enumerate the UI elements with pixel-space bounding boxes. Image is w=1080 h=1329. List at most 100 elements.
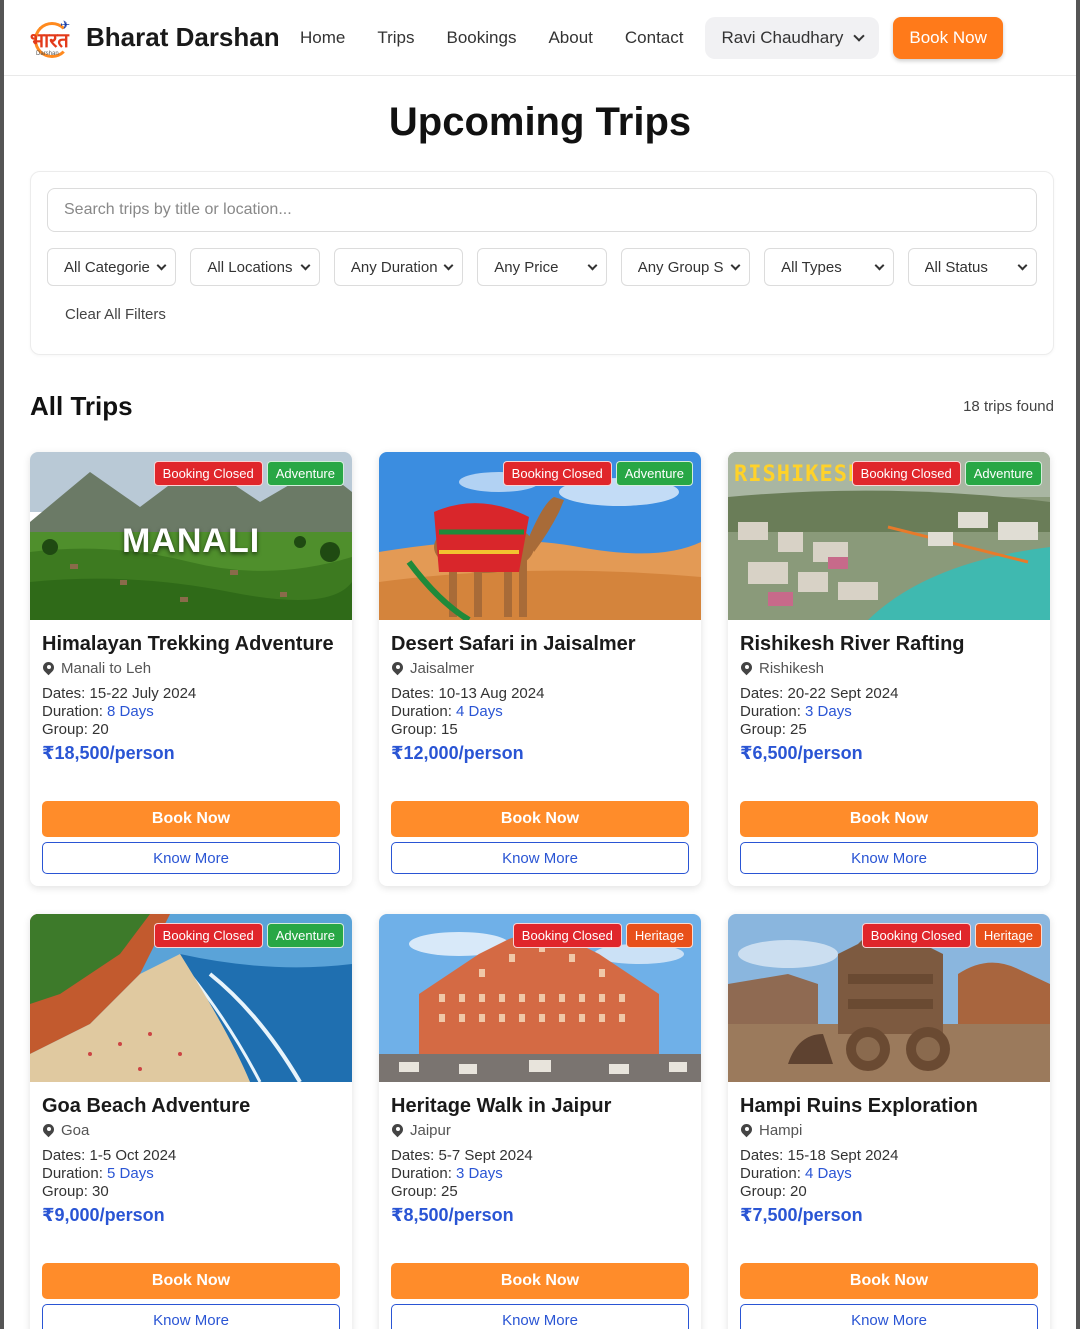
status-badge: Booking Closed [851,461,961,486]
category-badge: Heritage [974,923,1042,948]
trip-price: ₹18,500/person [42,743,175,763]
trip-duration: 5 Days [107,1165,154,1182]
image-overlay-text: MANALI [122,522,261,560]
trip-count: 18 trips found [963,398,1054,415]
book-now-button[interactable]: Book Now [740,1263,1038,1299]
search-input[interactable]: Search trips by title or location... [47,188,1037,232]
category-badge: Adventure [266,461,344,486]
trip-dates: 15-18 Sept 2024 [787,1147,899,1164]
chevron-down-icon [730,260,741,270]
price-select[interactable]: Any Price [477,248,607,286]
trip-card: Booking Closed Adventure Desert Safari i… [379,452,701,886]
chevron-down-icon [587,260,598,270]
nav-home[interactable]: Home [300,28,361,48]
badge-group: Booking Closed Heritage [512,923,693,948]
clear-filters-button[interactable]: Clear All Filters [65,306,1037,323]
badge-group: Booking Closed Adventure [153,461,344,486]
badge-group: Booking Closed Heritage [861,923,1042,948]
book-now-button[interactable]: Book Now [391,801,689,837]
trip-group-size: 25 [790,721,807,738]
top-navbar: भारत Darshan ✈ Bharat Darshan Home Trips… [4,0,1076,76]
group-size-select[interactable]: Any Group Size [620,248,751,286]
trip-card: Booking Closed Adventure Goa Beach Adven… [30,914,352,1329]
nav-about[interactable]: About [532,28,608,48]
know-more-button[interactable]: Know More [391,1304,689,1329]
book-now-button[interactable]: Book Now [42,801,340,837]
know-more-button[interactable]: Know More [740,1304,1038,1329]
trip-dates: 5-7 Sept 2024 [438,1147,533,1164]
chevron-down-icon [443,260,454,270]
map-pin-icon [42,662,55,675]
book-now-button[interactable]: Book Now [42,1263,340,1299]
map-pin-icon [42,1124,55,1137]
trip-details: Desert Safari in Jaisalmer Jaisalmer Dat… [379,620,701,764]
status-badge: Booking Closed [502,461,612,486]
card-actions: Book Now Know More [740,801,1038,874]
trip-location: Jaisalmer [391,660,689,677]
chevron-down-icon [300,260,311,270]
user-menu[interactable]: Ravi Chaudhary [705,16,880,59]
book-now-button[interactable]: Book Now [740,801,1038,837]
app: भारत Darshan ✈ Bharat Darshan Home Trips… [4,0,1076,1329]
status-select[interactable]: All Status [907,248,1037,286]
trip-grid: MANALI Booking Closed Adventure Himalaya… [30,452,1076,1329]
nav-contact[interactable]: Contact [609,28,700,48]
brand-name: Bharat Darshan [86,22,280,52]
trip-dates: 10-13 Aug 2024 [438,685,545,702]
trip-duration: 3 Days [456,1165,503,1182]
trip-price: ₹12,000/person [391,743,524,763]
trip-image: Booking Closed Adventure [379,452,701,620]
trip-title: Heritage Walk in Jaipur [391,1095,612,1117]
trip-meta: Dates: 5-7 Sept 2024 Duration: 3 Days Gr… [391,1147,533,1200]
trip-location: Manali to Leh [42,660,340,677]
category-select[interactable]: All Categories [47,248,177,286]
trip-title: Desert Safari in Jaisalmer [391,633,636,655]
trip-title: Goa Beach Adventure [42,1095,251,1117]
trip-meta: Dates: 1-5 Oct 2024 Duration: 5 Days Gro… [42,1147,177,1200]
trip-duration: 3 Days [805,703,852,720]
know-more-button[interactable]: Know More [42,842,340,874]
know-more-button[interactable]: Know More [391,842,689,874]
trip-title: Himalayan Trekking Adventure [42,633,334,655]
image-overlay-text: RISHIKESH [734,462,863,487]
trip-details: Hampi Ruins Exploration Hampi Dates: 15-… [728,1082,1050,1226]
know-more-button[interactable]: Know More [42,1304,340,1329]
trip-group-size: 20 [92,721,109,738]
know-more-button[interactable]: Know More [740,842,1038,874]
trip-card: RISHIKESH Booking Closed Adventure Rishi… [728,452,1050,886]
trip-location: Hampi [740,1122,1038,1139]
trip-image: MANALI Booking Closed Adventure [30,452,352,620]
filter-selects: All Categories All Locations Any Duratio… [47,248,1037,286]
book-now-button[interactable]: Book Now [391,1263,689,1299]
nav-bookings[interactable]: Bookings [431,28,533,48]
header-book-now-button[interactable]: Book Now [893,16,1003,59]
trip-duration: 4 Days [805,1165,852,1182]
filter-panel: Search trips by title or location... All… [30,171,1054,355]
logo-icon: भारत Darshan ✈ [28,16,78,60]
trip-meta: Dates: 20-22 Sept 2024 Duration: 3 Days … [740,685,899,738]
trip-meta: Dates: 10-13 Aug 2024 Duration: 4 Days G… [391,685,545,738]
trip-location: Rishikesh [740,660,1038,677]
chevron-down-icon [1017,260,1028,270]
trip-details: Goa Beach Adventure Goa Dates: 1-5 Oct 2… [30,1082,352,1226]
plane-icon: ✈ [60,17,71,32]
location-select[interactable]: All Locations [190,248,320,286]
trip-price: ₹7,500/person [740,1205,863,1225]
logo[interactable]: भारत Darshan ✈ Bharat Darshan [28,16,298,60]
type-select[interactable]: All Types [764,248,894,286]
trip-details: Rishikesh River Rafting Rishikesh Dates:… [728,620,1050,764]
map-pin-icon [391,1124,404,1137]
trip-card: Booking Closed Heritage Hampi Ruins Expl… [728,914,1050,1329]
card-actions: Book Now Know More [42,801,340,874]
nav-trips[interactable]: Trips [361,28,430,48]
map-pin-icon [740,662,753,675]
trip-duration: 8 Days [107,703,154,720]
trip-details: Heritage Walk in Jaipur Jaipur Dates: 5-… [379,1082,701,1226]
trip-card: MANALI Booking Closed Adventure Himalaya… [30,452,352,886]
map-pin-icon [740,1124,753,1137]
trip-dates: 15-22 July 2024 [89,685,197,702]
duration-select[interactable]: Any Duration [333,248,464,286]
trip-price: ₹6,500/person [740,743,863,763]
trip-meta: Dates: 15-22 July 2024 Duration: 8 Days … [42,685,197,738]
trip-group-size: 15 [441,721,458,738]
